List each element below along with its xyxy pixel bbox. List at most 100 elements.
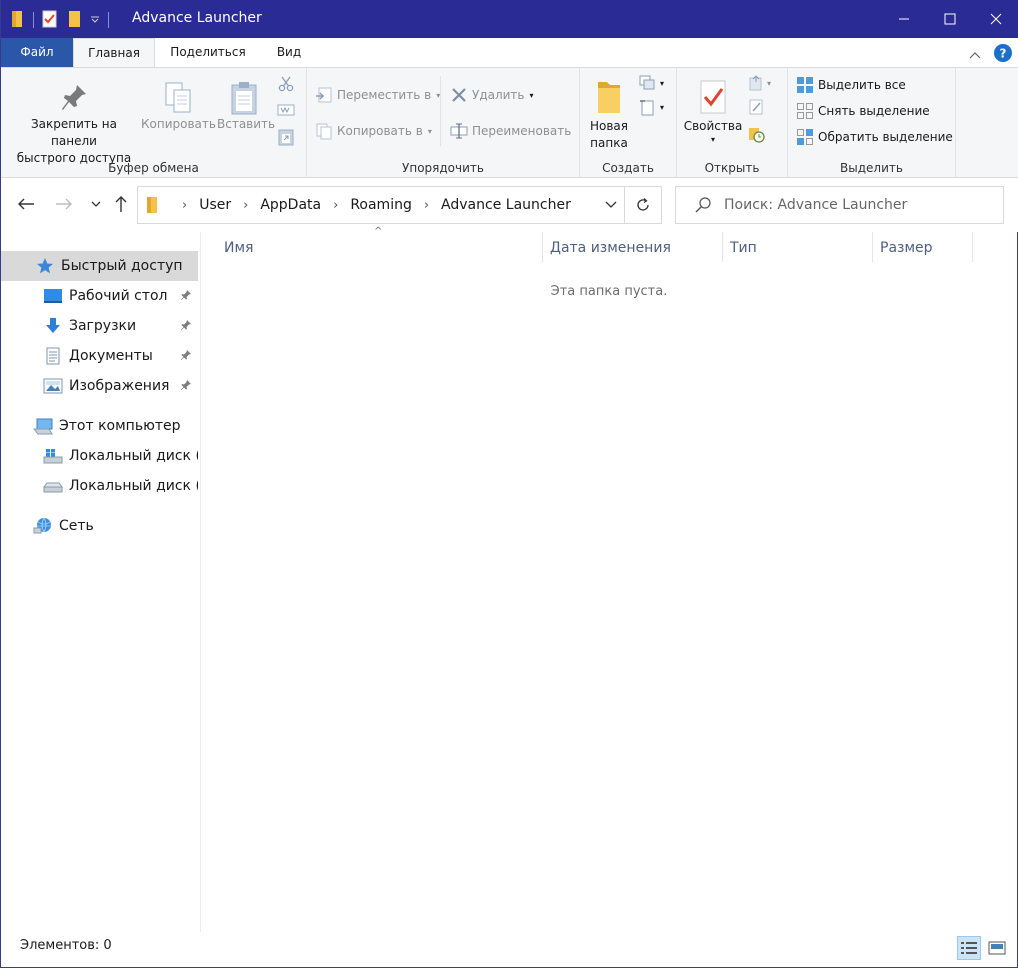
- navigation-pane: Быстрый доступ Рабочий стол Загрузки Док…: [1, 232, 201, 932]
- chevron-down-icon: ▾: [529, 90, 534, 100]
- properties-icon: [681, 76, 745, 118]
- close-button[interactable]: [973, 0, 1018, 38]
- column-header-type[interactable]: Тип: [722, 232, 872, 264]
- edit-icon[interactable]: [747, 98, 771, 119]
- address-history-button[interactable]: [598, 187, 624, 223]
- nav-item-disk-c[interactable]: Локальный диск (C: [1, 441, 198, 471]
- search-input[interactable]: [724, 187, 994, 223]
- breadcrumb-item-user[interactable]: User: [199, 197, 231, 213]
- large-icons-view-button[interactable]: [985, 936, 1009, 960]
- paste-label: Вставить: [217, 117, 276, 131]
- back-button[interactable]: [15, 193, 37, 215]
- tab-view[interactable]: Вид: [261, 38, 317, 68]
- paste-shortcut-icon[interactable]: [278, 128, 294, 149]
- invert-selection-button[interactable]: Обратить выделение: [796, 126, 953, 148]
- folder-icon: [146, 196, 158, 214]
- rename-button[interactable]: Переименовать: [450, 120, 571, 142]
- group-organize: Переместить в ▾ Копировать в ▾ Удалить ▾: [307, 68, 580, 178]
- copy-to-button[interactable]: Копировать в ▾: [315, 120, 432, 142]
- column-header-date[interactable]: Дата изменения: [542, 232, 722, 264]
- clipboard-icon: [217, 80, 271, 116]
- collapse-ribbon-icon[interactable]: [969, 48, 981, 62]
- search-box: [675, 186, 1004, 224]
- delete-button[interactable]: Удалить ▾: [450, 84, 534, 106]
- maximize-button[interactable]: [927, 0, 973, 38]
- forward-button[interactable]: [53, 193, 75, 215]
- desktop-icon: [43, 287, 63, 305]
- refresh-icon: [637, 198, 649, 211]
- tab-file[interactable]: Файл: [1, 38, 73, 68]
- pin-icon[interactable]: [180, 379, 192, 395]
- nav-item-downloads[interactable]: Загрузки: [1, 311, 198, 341]
- window-title: Advance Launcher: [132, 10, 262, 26]
- column-divider[interactable]: [972, 232, 973, 262]
- copy-button[interactable]: Копировать: [141, 80, 216, 133]
- new-folder-button[interactable]: Новая папка: [584, 76, 634, 152]
- folder-icon: [11, 10, 25, 31]
- help-icon[interactable]: ?: [993, 43, 1013, 66]
- new-folder-icon[interactable]: [68, 10, 82, 31]
- properties-button[interactable]: Свойства ▾: [681, 76, 745, 145]
- tab-share[interactable]: Поделиться: [155, 38, 261, 68]
- group-clipboard: Закрепить на панели быстрого доступа Коп…: [1, 68, 307, 178]
- group-label-select: Выделить: [840, 161, 903, 175]
- search-icon: [694, 196, 712, 217]
- column-header-name[interactable]: Имя: [216, 232, 542, 264]
- breadcrumb-chevron-icon[interactable]: ›: [243, 198, 248, 213]
- nav-item-network[interactable]: Сеть: [1, 511, 198, 541]
- details-view-button[interactable]: [957, 936, 981, 960]
- nav-item-quick-access[interactable]: Быстрый доступ: [1, 251, 198, 281]
- nav-item-pictures[interactable]: Изображения: [1, 371, 198, 401]
- customize-toolbar-icon[interactable]: [90, 13, 100, 27]
- download-arrow-icon: [43, 317, 63, 335]
- qat-separator: [33, 12, 34, 28]
- move-to-button[interactable]: Переместить в ▾: [315, 84, 440, 106]
- recent-locations-button[interactable]: [85, 193, 107, 215]
- nav-item-documents[interactable]: Документы: [1, 341, 198, 371]
- ribbon: Закрепить на панели быстрого доступа Коп…: [1, 67, 1018, 178]
- breadcrumb-item-roaming[interactable]: Roaming: [350, 197, 412, 213]
- organize-divider: [440, 76, 441, 146]
- network-icon: [33, 517, 53, 535]
- picture-icon: [43, 377, 63, 395]
- nav-item-disk-d[interactable]: Локальный диск (D: [1, 471, 198, 501]
- group-label-open: Открыть: [704, 161, 760, 175]
- minimize-button[interactable]: [881, 0, 927, 38]
- open-icon[interactable]: ▾: [747, 74, 771, 92]
- column-header-size[interactable]: Размер: [872, 232, 972, 264]
- breadcrumb-chevron-icon[interactable]: ›: [424, 198, 429, 213]
- up-button[interactable]: [110, 193, 132, 215]
- properties-icon[interactable]: [42, 10, 58, 31]
- group-new: Новая папка ▾ ▾ Создать: [580, 68, 677, 178]
- pin-icon[interactable]: [180, 319, 192, 335]
- new-item-icon[interactable]: ▾: [638, 74, 664, 92]
- new-small-buttons: ▾ ▾: [638, 74, 664, 116]
- nav-item-this-pc[interactable]: Этот компьютер: [1, 411, 198, 441]
- select-all-button[interactable]: Выделить все: [796, 74, 906, 96]
- paste-button[interactable]: Вставить: [217, 80, 276, 133]
- select-none-button[interactable]: Снять выделение: [796, 100, 930, 122]
- pin-to-quick-access-button[interactable]: Закрепить на панели быстрого доступа: [9, 80, 139, 167]
- large-icons-view-icon: [988, 941, 1006, 955]
- nav-item-desktop[interactable]: Рабочий стол: [1, 281, 198, 311]
- pin-icon[interactable]: [180, 349, 192, 365]
- refresh-button[interactable]: [624, 187, 661, 223]
- breadcrumb-item-advance-launcher[interactable]: Advance Launcher: [441, 197, 571, 213]
- address-bar[interactable]: › User › AppData › Roaming › Advance Lau…: [137, 186, 662, 224]
- group-label-clipboard: Буфер обмена: [108, 161, 199, 175]
- cut-icon[interactable]: [278, 76, 294, 95]
- breadcrumb-item-appdata[interactable]: AppData: [260, 197, 321, 213]
- easy-access-icon[interactable]: ▾: [638, 98, 664, 116]
- pin-icon[interactable]: [180, 289, 192, 305]
- history-icon[interactable]: [747, 125, 771, 146]
- rename-icon: [450, 122, 468, 140]
- copy-path-icon[interactable]: [277, 103, 295, 120]
- clipboard-small-buttons: [275, 76, 297, 149]
- svg-text:?: ?: [1000, 47, 1007, 61]
- breadcrumb-chevron-icon[interactable]: ›: [182, 198, 187, 213]
- explorer-window: Advance Launcher Файл Главная Поделиться…: [0, 0, 1018, 968]
- star-icon: [35, 257, 55, 275]
- tab-home[interactable]: Главная: [73, 38, 155, 68]
- folder-icon: [584, 76, 634, 118]
- breadcrumb-chevron-icon[interactable]: ›: [333, 198, 338, 213]
